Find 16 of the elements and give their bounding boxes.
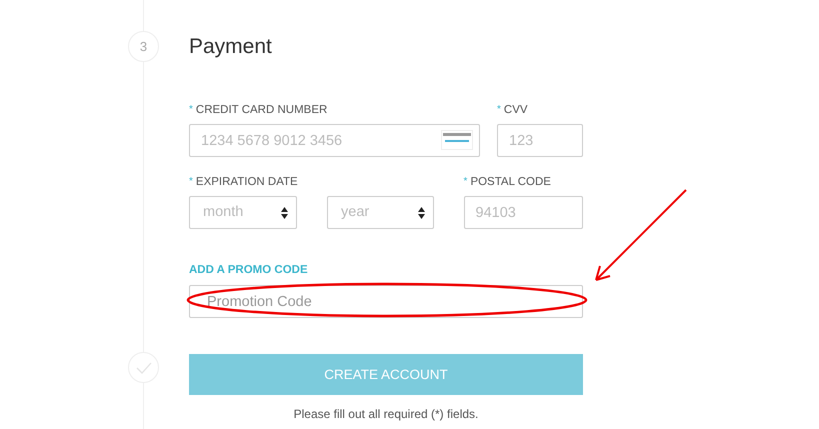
field-label: * POSTAL CODE [464,175,552,190]
select-field[interactable]: month [189,196,297,229]
section-title: Payment [189,34,273,60]
credit-card-icon [441,130,473,150]
field-label: * EXPIRATION DATE [189,175,297,190]
text-field[interactable]: 94103 [464,196,583,229]
step-circle: 3 [128,31,159,62]
select-field[interactable]: year [327,196,434,229]
form-hint: Please fill out all required (*) fields. [292,406,480,424]
sort-arrows-icon [418,206,425,218]
sort-arrows-icon [281,206,288,218]
promo-code-link[interactable]: ADD A PROMO CODE [189,262,308,280]
field-label: * CREDIT CARD NUMBER [189,103,328,118]
card-number-field[interactable]: 1234 5678 9012 3456 [189,124,480,157]
text-field[interactable]: 123 [497,124,583,157]
field-label: * CVV [497,103,529,118]
